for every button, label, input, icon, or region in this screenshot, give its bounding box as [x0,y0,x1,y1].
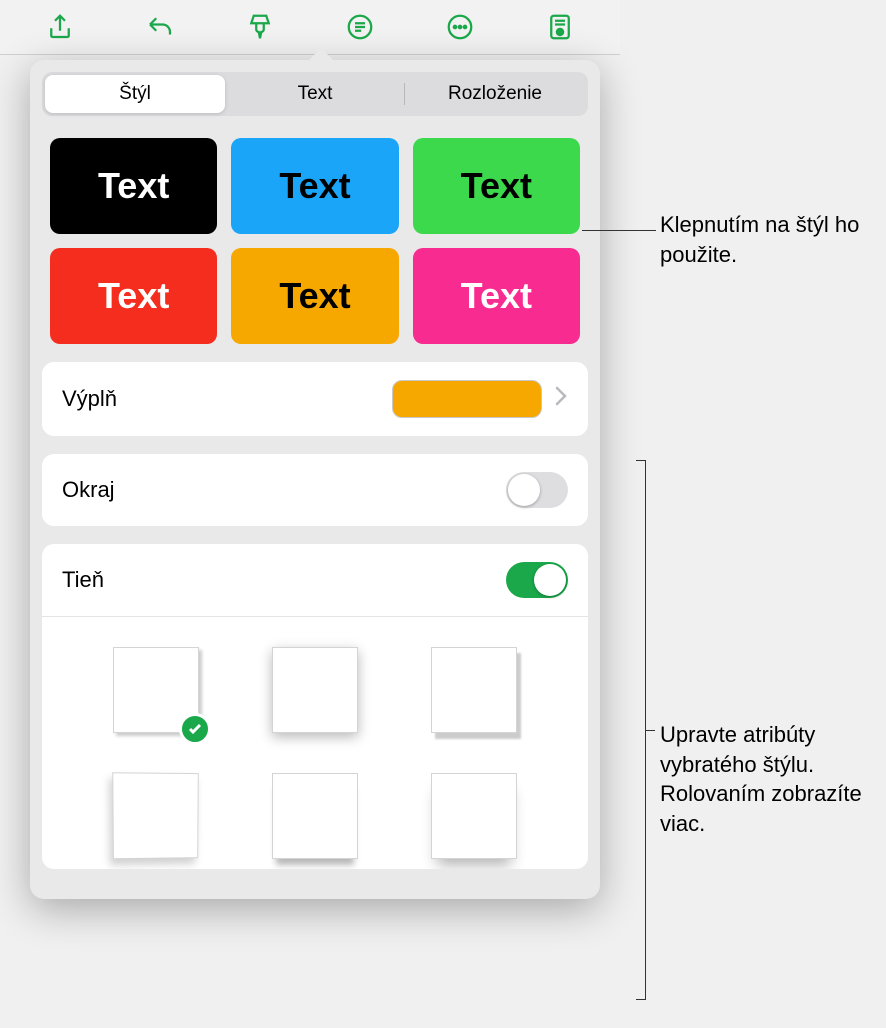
style-preset-green[interactable]: Text [413,138,580,234]
shadow-option-3[interactable] [431,647,517,733]
toggle-knob [508,474,540,506]
shadow-card: Tieň [42,544,588,869]
callout-bracket [636,460,646,1000]
tab-style[interactable]: Štýl [45,75,225,113]
app-window: Štýl Text Rozloženie Text Text Text Text… [0,0,620,1028]
border-toggle[interactable] [506,472,568,508]
callout-line [582,230,656,231]
shadow-option-2[interactable] [272,647,358,733]
border-label: Okraj [62,477,506,503]
reader-icon[interactable] [541,8,579,46]
fill-card[interactable]: Výplň [42,362,588,436]
callout-edit-attributes: Upravte atribúty vybratého štýlu. Rolova… [660,720,880,839]
checkmark-icon [179,713,211,745]
chevron-right-icon [554,385,568,414]
shadow-options-grid [42,617,588,869]
border-card: Okraj [42,454,588,526]
style-preset-blue[interactable]: Text [231,138,398,234]
undo-icon[interactable] [141,8,179,46]
format-brush-icon[interactable] [241,8,279,46]
toggle-knob [534,564,566,596]
shadow-toggle[interactable] [506,562,568,598]
comment-icon[interactable] [341,8,379,46]
shadow-label: Tieň [62,567,506,593]
style-preset-red[interactable]: Text [50,248,217,344]
style-preset-black[interactable]: Text [50,138,217,234]
style-preset-orange[interactable]: Text [231,248,398,344]
style-presets-grid: Text Text Text Text Text Text [42,134,588,362]
shadow-option-1[interactable] [113,647,199,733]
toolbar [0,0,620,55]
tab-layout[interactable]: Rozloženie [405,75,585,113]
format-popover: Štýl Text Rozloženie Text Text Text Text… [30,60,600,899]
share-icon[interactable] [41,8,79,46]
callout-apply-style: Klepnutím na štýl ho použite. [660,210,880,269]
style-preset-pink[interactable]: Text [413,248,580,344]
fill-label: Výplň [62,386,392,412]
shadow-option-6[interactable] [431,773,517,859]
tab-text[interactable]: Text [225,75,405,113]
tab-bar: Štýl Text Rozloženie [42,72,588,116]
fill-color-chip[interactable] [392,380,542,418]
more-icon[interactable] [441,8,479,46]
shadow-option-4[interactable] [113,772,200,859]
shadow-option-5[interactable] [272,773,358,859]
